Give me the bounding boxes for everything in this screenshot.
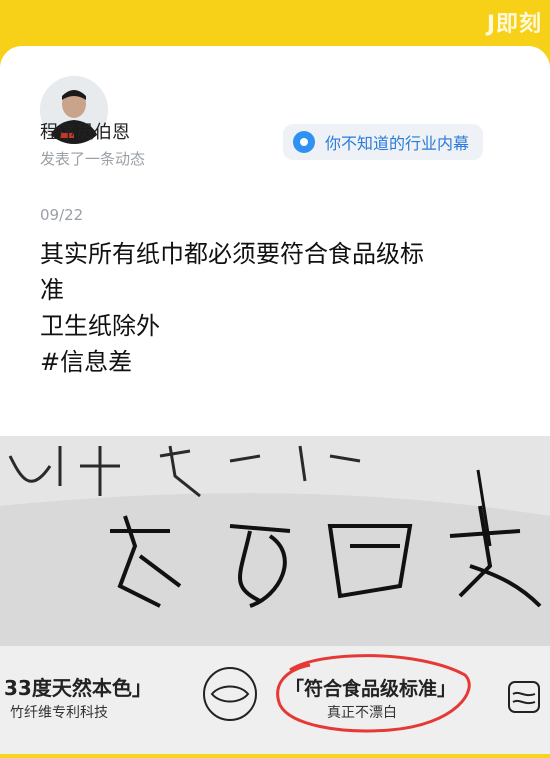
author-name[interactable]: 程序员伯恩 <box>40 118 130 144</box>
product-feature-1-subtitle: 竹纤维专利科技 <box>10 705 108 721</box>
topic-tag[interactable]: 你不知道的行业内幕 <box>283 124 484 160</box>
topic-label: 你不知道的行业内幕 <box>325 134 470 153</box>
lips-icon <box>203 667 257 721</box>
post-line: 卫生纸除外 <box>40 312 160 340</box>
highlight-circle <box>276 654 471 733</box>
tissue-icon <box>508 681 540 713</box>
product-banner: 33度天然本色」 竹纤维专利科技 「符合食品级标准」 真正不漂白 <box>0 646 550 754</box>
app-watermark: J即刻 <box>486 12 542 37</box>
post-content: 其实所有纸巾都必须要符合食品级标 准 卫生纸除外 #信息差 <box>40 236 520 380</box>
post-date: 09/22 <box>40 206 84 224</box>
post-hashtag[interactable]: #信息差 <box>40 344 520 380</box>
topic-icon <box>293 131 315 153</box>
product-feature-1-title: 33度天然本色」 <box>4 676 152 700</box>
post-line: 其实所有纸巾都必须要符合食品级标 <box>40 240 424 268</box>
post-action-text: 发表了一条动态 <box>40 150 146 168</box>
post-card: 程序员伯恩 发表了一条动态 你不知道的行业内幕 09/22 其实所有纸巾都必须要… <box>0 46 550 436</box>
post-line: 准 <box>40 276 64 304</box>
